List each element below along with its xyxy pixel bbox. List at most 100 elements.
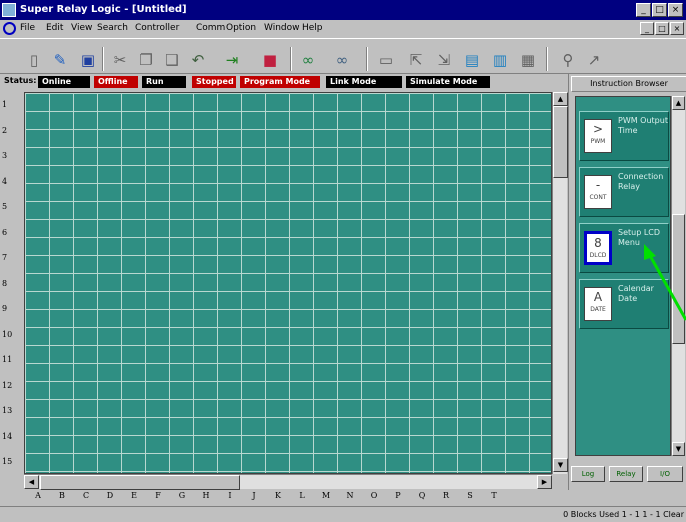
column-label: C: [82, 491, 90, 500]
mdi-close-button[interactable]: ×: [670, 22, 684, 35]
toolbar-separator: [546, 47, 548, 71]
column-label: M: [321, 491, 331, 500]
save-icon[interactable]: ▣: [76, 49, 100, 71]
instruction-item-cont[interactable]: - CONT Connection Relay: [579, 167, 669, 217]
close-button[interactable]: ×: [668, 3, 683, 17]
row-number: 2: [2, 125, 8, 135]
scroll-up-icon[interactable]: ▲: [672, 96, 685, 110]
row-number: 15: [2, 457, 13, 466]
ladder-grid[interactable]: [24, 92, 552, 474]
status-strip: Status: Online Offline Run Stopped Progr…: [0, 74, 560, 90]
mdi-minimize-button[interactable]: _: [640, 22, 654, 35]
toolbar: ▯ ✎ ▣ ✂ ❐ ❑ ↶ ⇥ ■ ∞ ∞ ▭ ⇱ ⇲ ▤ ▥ ▦ ⚲ ↗: [0, 38, 686, 74]
ladder-horizontal-scrollbar[interactable]: ◀ ▶: [24, 474, 552, 490]
title-bar: Super Relay Logic - [Untitled] _ □ ×: [0, 0, 686, 20]
column-label: D: [106, 491, 114, 500]
menu-controller[interactable]: Controller: [135, 23, 179, 33]
minimize-button[interactable]: _: [636, 3, 651, 17]
row-number: 11: [2, 355, 13, 364]
relay-icon: - CONT: [584, 175, 612, 209]
menu-help[interactable]: Help: [302, 23, 323, 33]
monitor-icon[interactable]: ▤: [460, 49, 484, 71]
column-label: H: [202, 491, 210, 500]
row-number: 1: [2, 100, 8, 109]
column-label: Q: [418, 491, 426, 500]
status-bar-text: 0 Blocks Used 1 - 1 1 - 1 Clear: [563, 510, 684, 519]
log-button[interactable]: Log: [571, 466, 605, 482]
scroll-left-icon[interactable]: ◀: [24, 475, 39, 489]
arrow-head: [644, 244, 656, 260]
write-icon[interactable]: ⇱: [404, 49, 428, 71]
menu-bar: File Edit View Search Controller Comm Op…: [0, 20, 686, 38]
menu-view[interactable]: View: [71, 23, 92, 33]
instruction-browser-title: Instruction Browser: [571, 76, 686, 92]
row-number: 12: [2, 380, 13, 390]
column-label: G: [178, 491, 186, 500]
column-label: P: [395, 491, 401, 500]
column-label: A: [35, 491, 41, 500]
status-badge-offline: Offline: [94, 76, 138, 88]
menu-search[interactable]: Search: [97, 23, 128, 33]
undo-icon[interactable]: ↶: [186, 49, 210, 71]
cut-icon[interactable]: ✂: [108, 49, 132, 71]
find-icon[interactable]: ∞: [296, 49, 320, 71]
row-number: 14: [2, 431, 13, 441]
pwm-icon: > PWM: [584, 119, 612, 153]
row-number: 4: [2, 176, 8, 186]
print-icon[interactable]: ▦: [516, 49, 540, 71]
column-label: E: [131, 491, 137, 500]
status-label: Status:: [4, 76, 37, 85]
scroll-down-icon[interactable]: ▼: [553, 458, 568, 472]
column-label: R: [442, 491, 450, 500]
find-next-icon[interactable]: ∞: [330, 49, 354, 71]
row-number: 7: [2, 253, 8, 262]
mdi-restore-button[interactable]: □: [655, 22, 669, 35]
scroll-right-icon[interactable]: ▶: [537, 475, 552, 489]
browser-tabs: Log Relay I/O: [571, 462, 686, 486]
help-icon[interactable]: ⚲: [556, 49, 580, 71]
document-icon[interactable]: [3, 22, 16, 35]
menu-edit[interactable]: Edit: [46, 23, 63, 33]
compare-icon[interactable]: ⇲: [432, 49, 456, 71]
open-file-icon[interactable]: ✎: [48, 49, 72, 71]
ladder-vertical-scrollbar[interactable]: ▲ ▼: [552, 92, 568, 474]
vertical-scroll-thumb[interactable]: [553, 106, 568, 178]
column-label: T: [491, 491, 497, 500]
new-file-icon[interactable]: ▯: [22, 49, 46, 71]
menu-option[interactable]: Option: [226, 23, 256, 33]
copy-icon[interactable]: ❐: [134, 49, 158, 71]
column-labels: A B C D E F G H I J K L M N O P Q R S T: [24, 491, 552, 505]
horizontal-scroll-thumb[interactable]: [40, 475, 240, 490]
read-icon[interactable]: ▭: [374, 49, 398, 71]
toolbar-separator: [102, 47, 104, 71]
io-button[interactable]: I/O: [647, 466, 683, 482]
clear-icon[interactable]: ▥: [488, 49, 512, 71]
menu-comm[interactable]: Comm: [196, 23, 225, 33]
delete-row-icon[interactable]: ■: [258, 49, 282, 71]
relay-button[interactable]: Relay: [609, 466, 643, 482]
column-label: B: [59, 491, 65, 500]
status-badge-program-mode: Program Mode: [240, 76, 320, 88]
row-number: 13: [2, 406, 13, 415]
insert-row-icon[interactable]: ⇥: [220, 49, 244, 71]
arrow-shaft: [646, 251, 686, 321]
instruction-label: PWM Output Time: [618, 116, 668, 135]
status-badge-simulate-mode: Simulate Mode: [406, 76, 490, 88]
status-badge-stopped: Stopped: [192, 76, 236, 88]
menu-window[interactable]: Window: [264, 23, 300, 33]
instruction-item-pwm[interactable]: > PWM PWM Output Time: [579, 111, 669, 161]
status-badge-run: Run: [142, 76, 186, 88]
column-label: O: [370, 491, 378, 500]
menu-file[interactable]: File: [20, 23, 35, 33]
status-badge-link-mode: Link Mode: [326, 76, 402, 88]
pointer-icon[interactable]: ↗: [582, 49, 606, 71]
column-label: L: [299, 491, 305, 500]
scroll-down-icon[interactable]: ▼: [672, 442, 685, 456]
maximize-button[interactable]: □: [652, 3, 667, 17]
scroll-up-icon[interactable]: ▲: [553, 92, 568, 106]
status-badge-online: Online: [38, 76, 90, 88]
toolbar-separator: [290, 47, 292, 71]
paste-icon[interactable]: ❑: [160, 49, 184, 71]
status-bar: 0 Blocks Used 1 - 1 1 - 1 Clear: [0, 506, 686, 522]
column-label: S: [467, 491, 473, 500]
